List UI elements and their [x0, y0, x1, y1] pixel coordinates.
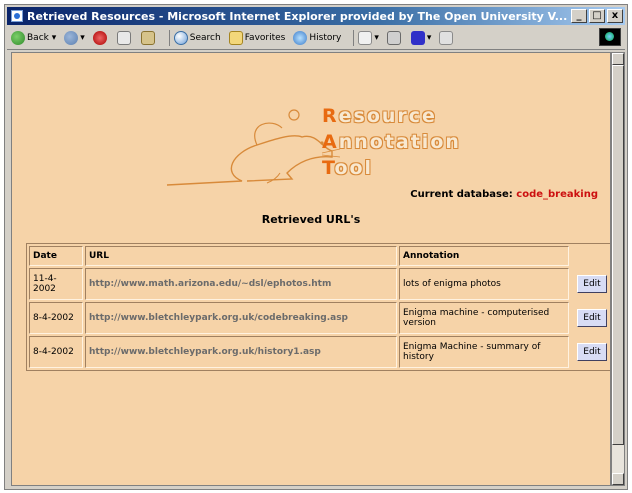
title-bar: Retrieved Resources - Microsoft Internet… — [7, 7, 625, 25]
refresh-button[interactable] — [116, 30, 133, 45]
row-date: 8-4-2002 — [29, 302, 83, 334]
scroll-down-arrow-icon[interactable] — [612, 473, 624, 485]
close-button[interactable]: x — [607, 9, 623, 23]
forward-button[interactable]: ▾ — [64, 30, 85, 45]
row-date: 8-4-2002 — [29, 336, 83, 368]
forward-arrow-icon — [64, 30, 79, 45]
back-button[interactable]: Back ▾ — [11, 30, 57, 45]
row-actions: Edit — [571, 302, 610, 334]
row-actions: Edit — [571, 336, 610, 368]
page-viewport: Resource Annotation Tool Current databas… — [11, 52, 611, 486]
row-annotation: Enigma Machine - summary of history — [399, 336, 569, 368]
search-icon — [173, 30, 188, 45]
scroll-thumb[interactable] — [612, 65, 624, 445]
favorites-label: Favorites — [244, 32, 286, 43]
search-button[interactable]: Search — [173, 30, 221, 45]
row-annotation: lots of enigma photos — [399, 268, 569, 300]
column-header-url: URL — [85, 246, 397, 266]
table-header-row: Date URL Annotation — [29, 246, 610, 266]
database-value: code_breaking — [516, 189, 598, 200]
home-button[interactable] — [140, 30, 157, 45]
retrieved-urls-table: Date URL Annotation 11-4-2002 http://www… — [26, 243, 610, 371]
discuss-icon — [439, 30, 454, 45]
toolbar-separator — [353, 29, 355, 46]
back-label: Back — [27, 32, 49, 43]
maximize-button[interactable]: □ — [589, 9, 605, 23]
print-button[interactable] — [386, 30, 403, 45]
history-label: History — [309, 32, 342, 43]
print-icon — [386, 30, 401, 45]
edit-button[interactable]: Edit — [577, 343, 607, 361]
vertical-scrollbar[interactable] — [611, 52, 625, 486]
row-date: 11-4-2002 — [29, 268, 83, 300]
windows-logo-icon — [599, 28, 621, 46]
window-title: Retrieved Resources - Microsoft Internet… — [27, 9, 568, 23]
stop-button[interactable] — [92, 30, 109, 45]
discuss-button[interactable] — [439, 30, 455, 45]
browser-window: Retrieved Resources - Microsoft Internet… — [4, 4, 628, 490]
row-annotation: Enigma machine - computerised version — [399, 302, 569, 334]
column-header-actions — [571, 246, 610, 266]
edit-button[interactable]: Edit — [577, 309, 607, 327]
back-dropdown-icon[interactable]: ▾ — [49, 33, 57, 43]
favorites-button[interactable]: Favorites — [228, 30, 286, 45]
scroll-up-arrow-icon[interactable] — [612, 53, 624, 65]
history-icon — [293, 30, 308, 45]
ie-app-icon — [11, 10, 23, 22]
current-database: Current database: code_breaking — [410, 189, 598, 200]
database-label: Current database: — [410, 189, 513, 200]
row-actions: Edit — [571, 268, 610, 300]
row-url-link[interactable]: http://www.math.arizona.edu/~dsl/ephotos… — [85, 268, 397, 300]
row-url-link[interactable]: http://www.bletchleypark.org.uk/history1… — [85, 336, 397, 368]
edit-page-button[interactable]: ▾ — [410, 30, 431, 45]
mail-icon — [358, 30, 373, 45]
minimize-button[interactable]: _ — [571, 9, 587, 23]
logo-line-resource: Resource — [322, 105, 437, 127]
column-header-annotation: Annotation — [399, 246, 569, 266]
back-arrow-icon — [11, 30, 25, 45]
page-title: Retrieved URL's — [261, 213, 361, 226]
column-header-date: Date — [29, 246, 83, 266]
toolbar-separator — [168, 29, 170, 46]
mail-button[interactable]: ▾ — [358, 30, 379, 45]
edit-page-icon — [410, 30, 425, 45]
table-row: 8-4-2002 http://www.bletchleypark.org.uk… — [29, 336, 610, 368]
refresh-icon — [116, 30, 131, 45]
search-label: Search — [189, 32, 221, 43]
home-icon — [140, 30, 155, 45]
browser-toolbar: Back ▾ ▾ Search Favorites History ▾ ▾ — [7, 26, 625, 50]
row-url-link[interactable]: http://www.bletchleypark.org.uk/codebrea… — [85, 302, 397, 334]
logo-line-annotation: Annotation — [322, 131, 461, 153]
history-button[interactable]: History — [293, 30, 342, 45]
stop-icon — [92, 30, 107, 45]
table-row: 8-4-2002 http://www.bletchleypark.org.uk… — [29, 302, 610, 334]
logo-line-tool: Tool — [322, 157, 374, 179]
favorites-icon — [228, 30, 243, 45]
edit-button[interactable]: Edit — [577, 275, 607, 293]
table-row: 11-4-2002 http://www.math.arizona.edu/~d… — [29, 268, 610, 300]
